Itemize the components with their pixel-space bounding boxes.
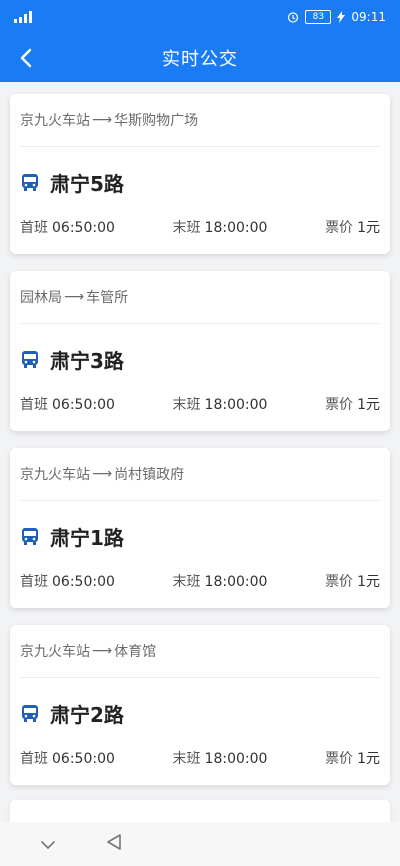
fare: 票价 1元 (325, 574, 380, 590)
line-title: 肃宁1路 (20, 507, 380, 565)
route-arrow-icon: ⟶ (64, 289, 85, 305)
route-arrow-icon: ⟶ (92, 112, 113, 128)
route-from: 园林局 (20, 290, 62, 306)
route-card[interactable]: 京九火车站 ⟶ 尚村镇政府 肃宁1路 首班 06:50:00 末班 18:00:00… (10, 448, 390, 608)
back-button[interactable] (12, 44, 40, 72)
nav-back-button[interactable] (106, 833, 122, 855)
route-stops: 京九火车站 ⟶ 华斯购物广场 (20, 94, 380, 147)
fare: 票价 1元 (325, 220, 380, 236)
alarm-icon (288, 12, 299, 23)
first-bus: 首班 06:50:00 (20, 751, 115, 767)
last-bus: 末班 18:00:00 (172, 574, 268, 590)
first-bus: 首班 06:50:00 (20, 397, 115, 413)
chevron-down-icon (41, 840, 55, 849)
route-stops: 京九火车站 ⟶ 体育馆 (20, 625, 380, 678)
app-bar: 实时公交 (0, 34, 400, 82)
route-from: 京九火车站 (20, 113, 90, 129)
route-to: 车管所 (86, 290, 129, 306)
page-title: 实时公交 (162, 49, 238, 70)
nav-down-button[interactable] (40, 835, 56, 854)
signal-icon (14, 11, 36, 23)
route-stops: 园林局 ⟶ 车管所 (20, 271, 380, 324)
first-bus: 首班 06:50:00 (20, 220, 115, 236)
line-name: 肃宁3路 (50, 348, 124, 373)
chevron-left-icon (20, 48, 32, 68)
triangle-back-icon (107, 834, 121, 850)
route-to: 华斯购物广场 (114, 113, 199, 129)
battery-indicator: 83 (305, 10, 332, 24)
fare: 票价 1元 (325, 397, 380, 413)
fare: 票价 1元 (325, 751, 380, 767)
line-title: 肃宁3路 (20, 330, 380, 388)
bus-icon (22, 351, 38, 368)
line-name: 肃宁2路 (50, 702, 124, 727)
bus-icon (22, 174, 38, 191)
last-bus: 末班 18:00:00 (172, 397, 268, 413)
route-stops: 京九火车站 ⟶ 尚村镇政府 (20, 448, 380, 501)
status-bar: 83 09:11 (0, 0, 400, 34)
route-card[interactable]: 园林局 ⟶ 车管所 肃宁3路 首班 06:50:00 末班 18:00:00 票价 1… (10, 271, 390, 431)
bus-icon (22, 528, 38, 545)
route-to: 尚村镇政府 (114, 467, 185, 483)
last-bus: 末班 18:00:00 (172, 751, 268, 767)
route-arrow-icon: ⟶ (92, 643, 113, 659)
route-to: 体育馆 (114, 644, 157, 660)
schedule-row: 首班 06:50:00 末班 18:00:00 票价 1元 (20, 394, 380, 414)
route-card-partial[interactable] (10, 800, 390, 824)
line-title: 肃宁2路 (20, 684, 380, 742)
schedule-row: 首班 06:50:00 末班 18:00:00 票价 1元 (20, 217, 380, 237)
line-name: 肃宁5路 (50, 171, 124, 196)
schedule-row: 首班 06:50:00 末班 18:00:00 票价 1元 (20, 748, 380, 768)
clock: 09:11 (351, 10, 386, 24)
schedule-row: 首班 06:50:00 末班 18:00:00 票价 1元 (20, 571, 380, 591)
last-bus: 末班 18:00:00 (172, 220, 268, 236)
bus-icon (22, 705, 38, 722)
line-name: 肃宁1路 (50, 525, 124, 550)
first-bus: 首班 06:50:00 (20, 574, 115, 590)
system-nav-bar (0, 822, 400, 866)
route-from: 京九火车站 (20, 467, 90, 483)
line-title: 肃宁5路 (20, 153, 380, 211)
route-card[interactable]: 京九火车站 ⟶ 体育馆 肃宁2路 首班 06:50:00 末班 18:00:00 票… (10, 625, 390, 785)
route-arrow-icon: ⟶ (92, 466, 113, 482)
route-card[interactable]: 京九火车站 ⟶ 华斯购物广场 肃宁5路 首班 06:50:00 末班 18:00:0… (10, 94, 390, 254)
route-from: 京九火车站 (20, 644, 90, 660)
charging-icon (337, 11, 346, 23)
